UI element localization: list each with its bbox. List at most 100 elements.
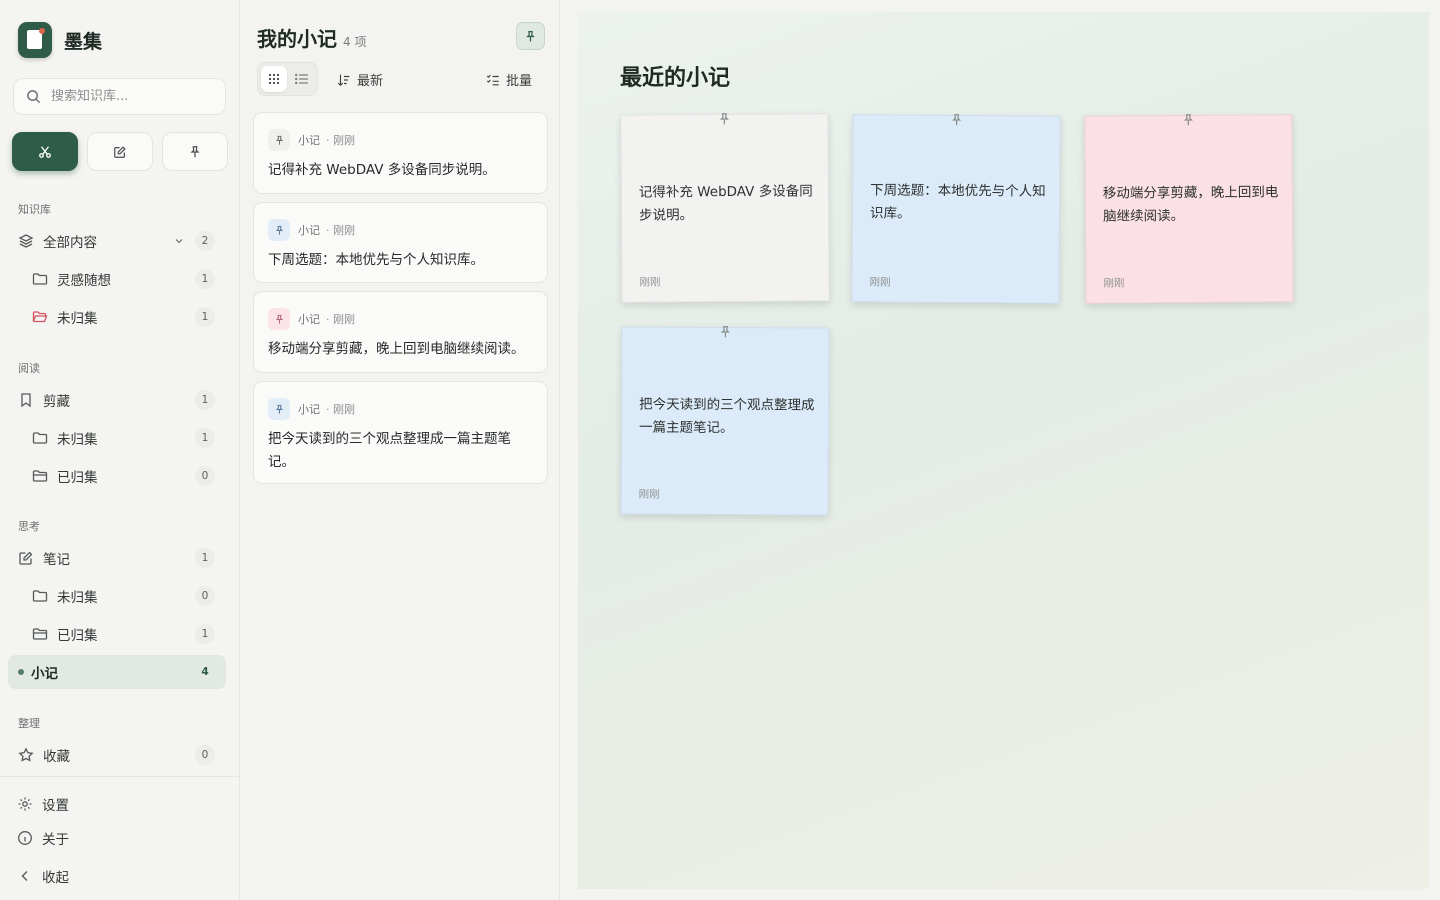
pushpin-icon — [719, 113, 729, 125]
sticky-text: 移动端分享剪藏，晚上回到电脑继续阅读。 — [1102, 184, 1279, 225]
pin-icon — [526, 30, 535, 41]
board-title: 最近的小记 — [620, 66, 731, 91]
pin-icon — [268, 129, 290, 151]
sidebar-item-clippings[interactable]: 剪藏 1 — [8, 383, 226, 417]
memo-card[interactable]: 小记 · 刚刚 把今天读到的三个观点整理成一篇主题笔记。 — [253, 381, 548, 484]
info-icon — [18, 831, 32, 845]
grid-view-button[interactable] — [261, 66, 287, 92]
sticky-date: 刚刚 — [639, 276, 661, 289]
sort-button[interactable]: 最新 — [337, 70, 383, 89]
quick-actions — [12, 132, 228, 171]
chevron-left-icon — [21, 871, 28, 881]
count-badge: 1 — [195, 307, 215, 327]
collapse-button[interactable]: 收起 — [17, 866, 69, 886]
about-link[interactable]: 关于 — [17, 828, 69, 848]
search-icon — [27, 90, 41, 104]
archive-folder-icon — [32, 470, 48, 482]
divider — [0, 776, 239, 777]
sticky-note[interactable]: 记得补充 WebDAV 多设备同步说明。 刚刚 — [620, 113, 830, 303]
section-title-reading: 阅读 — [18, 362, 40, 375]
memo-card[interactable]: 小记 · 刚刚 下周选题：本地优先与个人知识库。 — [253, 202, 548, 283]
count-badge: 0 — [195, 586, 215, 606]
sidebar-item-notes[interactable]: 笔记 1 — [8, 541, 226, 575]
layers-icon — [18, 234, 34, 248]
memo-text: 移动端分享剪藏，晚上回到电脑继续阅读。 — [268, 341, 525, 357]
sidebar: 墨集 知识库 全部内容 2 灵感随想 1 未归集 1 阅读 剪藏 1 — [0, 0, 240, 900]
sticky-date: 刚刚 — [638, 488, 660, 501]
pushpin-icon — [952, 114, 962, 126]
active-dot — [18, 669, 24, 675]
sidebar-item-label: 笔记 — [43, 552, 70, 568]
memo-time: · 刚刚 — [326, 313, 355, 326]
section-title-organize: 整理 — [18, 717, 40, 730]
list-view-button[interactable] — [289, 66, 315, 92]
memo-text: 把今天读到的三个观点整理成一篇主题笔记。 — [268, 431, 511, 470]
batch-button[interactable]: 批量 — [486, 70, 532, 89]
count-badge: 2 — [195, 231, 215, 251]
view-toggle — [257, 62, 318, 96]
sidebar-item-favorites[interactable]: 收藏 0 — [8, 738, 226, 772]
sticky-text: 把今天读到的三个观点整理成一篇主题笔记。 — [638, 396, 815, 437]
pin-board-button[interactable] — [516, 22, 545, 50]
checklist-icon — [486, 74, 499, 85]
memo-time: · 刚刚 — [326, 403, 355, 416]
settings-label: 设置 — [42, 798, 69, 814]
sidebar-item-clip-filed[interactable]: 已归集 0 — [8, 459, 226, 493]
sticky-note[interactable]: 移动端分享剪藏，晚上回到电脑继续阅读。 刚刚 — [1084, 114, 1294, 304]
chevron-down-icon[interactable] — [174, 236, 184, 246]
pin-icon — [268, 219, 290, 241]
settings-link[interactable]: 设置 — [17, 794, 69, 814]
app-name: 墨集 — [64, 30, 103, 53]
edit-icon — [114, 145, 126, 158]
sticky-note[interactable]: 下周选题：本地优先与个人知识库。 刚刚 — [851, 114, 1061, 304]
count-badge: 4 — [201, 666, 209, 678]
memo-card[interactable]: 小记 · 刚刚 移动端分享剪藏，晚上回到电脑继续阅读。 — [253, 291, 548, 373]
sidebar-item-note-unfiled[interactable]: 未归集 0 — [8, 579, 226, 613]
sidebar-item-label: 小记 — [31, 666, 58, 682]
memo-text: 下周选题：本地优先与个人知识库。 — [268, 252, 484, 268]
sticky-note[interactable]: 把今天读到的三个观点整理成一篇主题笔记。 刚刚 — [620, 326, 830, 516]
folder-icon — [32, 273, 48, 285]
memo-type: 小记 — [298, 403, 320, 416]
sidebar-item-label: 已归集 — [57, 470, 98, 486]
memo-type: 小记 — [298, 224, 320, 237]
sidebar-item-label: 已归集 — [57, 628, 98, 644]
memo-text: 记得补充 WebDAV 多设备同步说明。 — [268, 162, 496, 178]
pushpin-icon — [720, 326, 731, 338]
section-title-thinking: 思考 — [18, 520, 40, 533]
search-box[interactable] — [13, 78, 226, 115]
section-title-library: 知识库 — [18, 203, 51, 216]
count-badge: 1 — [195, 269, 215, 289]
batch-label: 批量 — [506, 74, 533, 89]
sidebar-item-label: 未归集 — [57, 432, 98, 448]
item-count: 4 项 — [343, 35, 367, 49]
sidebar-item-memos[interactable]: 小记 4 — [8, 655, 226, 689]
sidebar-item-all[interactable]: 全部内容 2 — [8, 224, 226, 258]
pin-icon — [190, 145, 200, 157]
pin-icon — [268, 398, 290, 420]
sidebar-item-label: 未归集 — [57, 311, 98, 327]
sidebar-item-inspiration[interactable]: 灵感随想 1 — [8, 262, 226, 296]
star-icon — [18, 747, 34, 762]
sidebar-item-unfiled[interactable]: 未归集 1 — [8, 300, 226, 334]
sticky-text: 下周选题：本地优先与个人知识库。 — [869, 182, 1046, 222]
new-memo-button[interactable] — [162, 132, 228, 171]
pin-icon — [268, 308, 290, 330]
about-label: 关于 — [42, 832, 69, 848]
list-icon — [294, 73, 308, 85]
sticky-date: 刚刚 — [869, 276, 891, 289]
sticky-text: 记得补充 WebDAV 多设备同步说明。 — [638, 183, 813, 224]
search-input[interactable] — [51, 89, 211, 104]
memo-card[interactable]: 小记 · 刚刚 记得补充 WebDAV 多设备同步说明。 — [253, 112, 548, 194]
sidebar-item-label: 灵感随想 — [57, 273, 111, 289]
sidebar-item-note-filed[interactable]: 已归集 1 — [8, 617, 226, 651]
memo-type: 小记 — [298, 134, 320, 147]
folder-icon — [32, 590, 48, 602]
brand[interactable]: 墨集 — [18, 22, 102, 58]
sidebar-item-clip-unfiled[interactable]: 未归集 1 — [8, 421, 226, 455]
new-note-button[interactable] — [87, 132, 153, 171]
archive-folder-icon — [32, 628, 48, 640]
clip-button[interactable] — [12, 132, 78, 171]
collapse-label: 收起 — [42, 870, 69, 886]
grid-icon — [268, 73, 279, 85]
